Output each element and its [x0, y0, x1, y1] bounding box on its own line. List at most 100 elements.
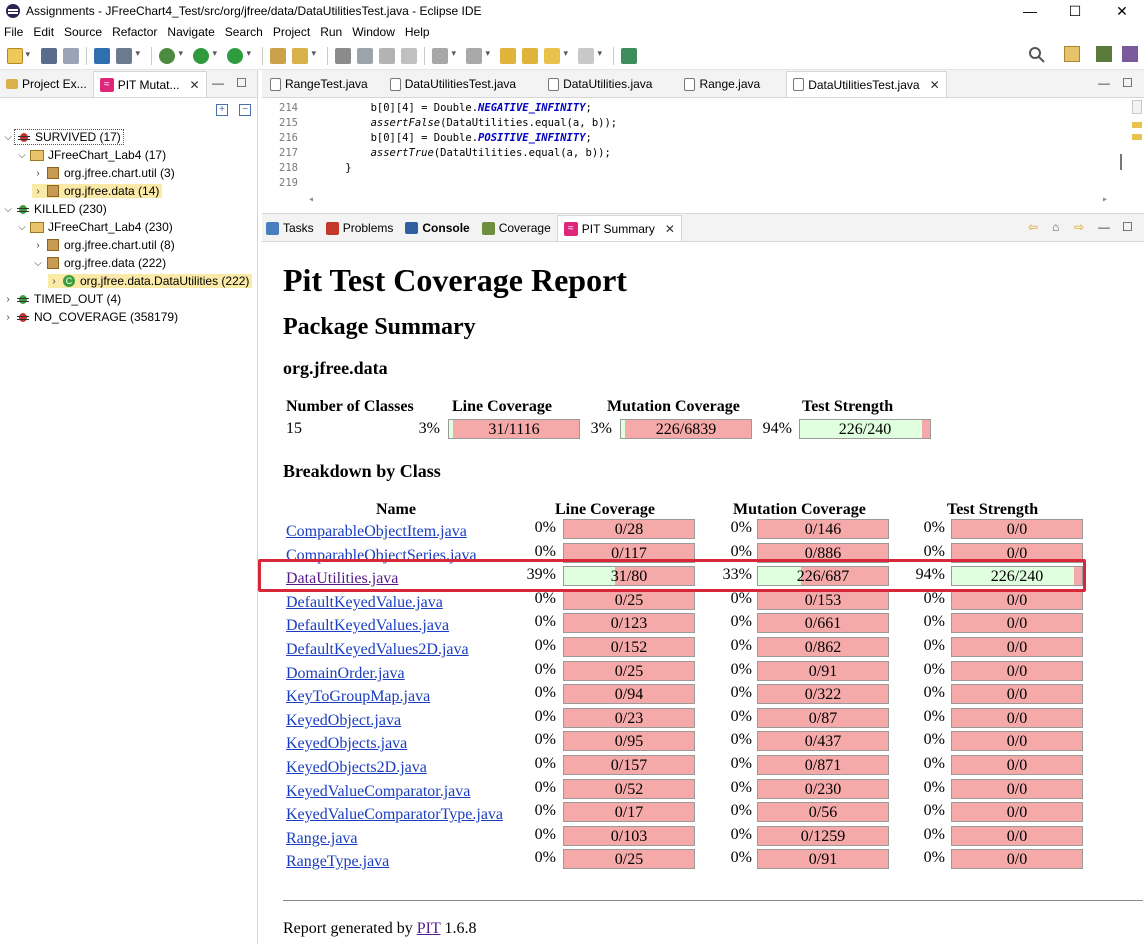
java-perspective-icon[interactable] — [1096, 46, 1112, 62]
menu-project[interactable]: Project — [273, 25, 317, 39]
maximize-view-icon[interactable]: ☐ — [1122, 220, 1133, 234]
class-link[interactable]: ComparableObjectItem.java — [286, 523, 467, 541]
back-arrow-icon[interactable]: ⇦ — [1028, 220, 1038, 234]
next-annotation-icon[interactable] — [432, 47, 456, 64]
tree-row-project[interactable]: ⌵ JFreeChart_Lab4 (230) — [2, 218, 257, 236]
maximize-view-icon[interactable]: ☐ — [1122, 76, 1133, 90]
class-link[interactable]: KeyedValueComparatorType.java — [286, 806, 503, 824]
class-link[interactable]: KeyToGroupMap.java — [286, 688, 430, 706]
chevron-down-icon[interactable]: ⌵ — [16, 222, 28, 233]
build-icon[interactable] — [116, 47, 140, 64]
tree-row-project[interactable]: ⌵ JFreeChart_Lab4 (17) — [2, 146, 257, 164]
whitespace-icon[interactable] — [379, 47, 395, 64]
warning-marker-icon[interactable] — [1132, 134, 1142, 140]
editor-tab-active[interactable]: DataUtilitiesTest.java ✕ — [786, 71, 947, 97]
class-link[interactable]: RangeType.java — [286, 853, 389, 871]
minimize-button[interactable]: — — [1010, 0, 1050, 22]
close-icon[interactable]: ✕ — [665, 222, 675, 236]
next-edit-icon[interactable] — [522, 47, 538, 64]
forward-icon[interactable] — [578, 47, 602, 64]
block-icon[interactable] — [357, 47, 373, 64]
vertical-scroll-thumb[interactable] — [1120, 154, 1122, 170]
terminal-icon[interactable] — [94, 47, 110, 64]
chevron-right-icon[interactable]: › — [32, 186, 44, 197]
menu-window[interactable]: Window — [352, 25, 402, 39]
tree-row-package[interactable]: › org.jfree.data (14) — [2, 182, 257, 200]
tree-row-timed-out[interactable]: › TIMED_OUT (4) — [2, 290, 257, 308]
menu-run[interactable]: Run — [320, 25, 349, 39]
maximize-view-icon[interactable]: ☐ — [236, 76, 247, 90]
chevron-right-icon[interactable]: › — [2, 312, 14, 323]
class-link[interactable]: DefaultKeyedValues2D.java — [286, 641, 469, 659]
chevron-right-icon[interactable]: › — [2, 294, 14, 305]
tab-problems[interactable]: Problems — [320, 215, 400, 241]
tab-tasks[interactable]: Tasks — [262, 215, 320, 241]
class-link[interactable]: KeyedObjects2D.java — [286, 759, 427, 777]
tree-row-package[interactable]: ⌵ org.jfree.data (222) — [2, 254, 257, 272]
menu-help[interactable]: Help — [405, 25, 437, 39]
debug-perspective-icon[interactable] — [1122, 46, 1138, 62]
search-tool-icon[interactable] — [292, 47, 316, 64]
pit-link[interactable]: PIT — [417, 920, 441, 937]
tab-coverage[interactable]: Coverage — [476, 215, 557, 241]
class-link[interactable]: Range.java — [286, 830, 358, 848]
tree-row-killed[interactable]: ⌵ KILLED (230) — [2, 200, 257, 218]
warning-marker-icon[interactable] — [1132, 122, 1142, 128]
menu-search[interactable]: Search — [225, 25, 270, 39]
minimize-view-icon[interactable]: — — [1098, 76, 1110, 90]
class-link[interactable]: KeyedValueComparator.java — [286, 783, 470, 801]
annotation-icon[interactable] — [335, 47, 351, 64]
chevron-right-icon[interactable]: › — [32, 240, 44, 251]
back-icon[interactable] — [544, 47, 568, 64]
maximize-button[interactable]: ☐ — [1055, 0, 1095, 22]
debug-icon[interactable] — [159, 47, 183, 64]
menu-refactor[interactable]: Refactor — [112, 25, 164, 39]
horizontal-scrollbar[interactable]: ◂ ▸ — [308, 194, 1108, 208]
tab-pit-mutations[interactable]: ≈ PIT Mutat... ✕ — [92, 71, 207, 97]
class-link[interactable]: KeyedObject.java — [286, 712, 401, 730]
tree-row-no-coverage[interactable]: › NO_COVERAGE (358179) — [2, 308, 257, 326]
chevron-down-icon[interactable]: ⌵ — [2, 204, 14, 215]
close-window-button[interactable]: ✕ — [1102, 0, 1142, 22]
overview-ruler-icon[interactable] — [1132, 100, 1142, 114]
search-icon[interactable] — [1028, 46, 1046, 64]
last-edit-icon[interactable] — [500, 47, 516, 64]
chevron-right-icon[interactable]: › — [48, 276, 60, 287]
code-editor[interactable]: 214 b[0][4] = Double.NEGATIVE_INFINITY; … — [262, 98, 1144, 212]
close-icon[interactable]: ✕ — [930, 78, 940, 92]
new-icon[interactable] — [7, 47, 30, 64]
minimize-view-icon[interactable]: — — [1098, 220, 1110, 234]
tab-pit-summary[interactable]: ≈ PIT Summary ✕ — [556, 215, 682, 241]
pin-editor-icon[interactable] — [621, 47, 637, 64]
expand-all-icon[interactable]: + — [216, 104, 228, 116]
chevron-down-icon[interactable]: ⌵ — [16, 150, 28, 161]
coverage-icon[interactable] — [227, 47, 251, 64]
forward-arrow-icon[interactable]: ⇨ — [1074, 220, 1084, 234]
menu-file[interactable]: File — [4, 25, 30, 39]
minimize-view-icon[interactable]: — — [212, 76, 224, 90]
tree-row-package[interactable]: › org.jfree.chart.util (8) — [2, 236, 257, 254]
class-link[interactable]: DefaultKeyedValue.java — [286, 594, 443, 612]
save-icon[interactable] — [41, 47, 57, 64]
open-perspective-icon[interactable] — [1064, 46, 1080, 62]
menu-edit[interactable]: Edit — [33, 25, 61, 39]
menu-source[interactable]: Source — [64, 25, 109, 39]
chevron-right-icon[interactable]: › — [32, 168, 44, 179]
class-link[interactable]: KeyedObjects.java — [286, 735, 407, 753]
editor-tab[interactable]: Range.java — [658, 71, 766, 97]
class-link[interactable]: DomainOrder.java — [286, 665, 405, 683]
close-icon[interactable]: ✕ — [190, 78, 200, 92]
tree-row-package[interactable]: › org.jfree.chart.util (3) — [2, 164, 257, 182]
tab-project-explorer[interactable]: Project Ex... — [0, 71, 93, 97]
tree-row-survived[interactable]: ⌵ SURVIVED (17) — [2, 128, 257, 146]
save-all-icon[interactable] — [63, 47, 79, 64]
chevron-down-icon[interactable]: ⌵ — [32, 258, 44, 269]
home-icon[interactable]: ⌂ — [1052, 220, 1059, 234]
tree-row-class[interactable]: › C org.jfree.data.DataUtilities (222) — [2, 272, 257, 290]
pilcrow-icon[interactable] — [401, 47, 417, 64]
open-type-icon[interactable] — [270, 47, 286, 64]
run-icon[interactable] — [193, 47, 217, 64]
menu-navigate[interactable]: Navigate — [167, 25, 221, 39]
collapse-all-icon[interactable]: − — [239, 104, 251, 116]
prev-annotation-icon[interactable] — [466, 47, 490, 64]
